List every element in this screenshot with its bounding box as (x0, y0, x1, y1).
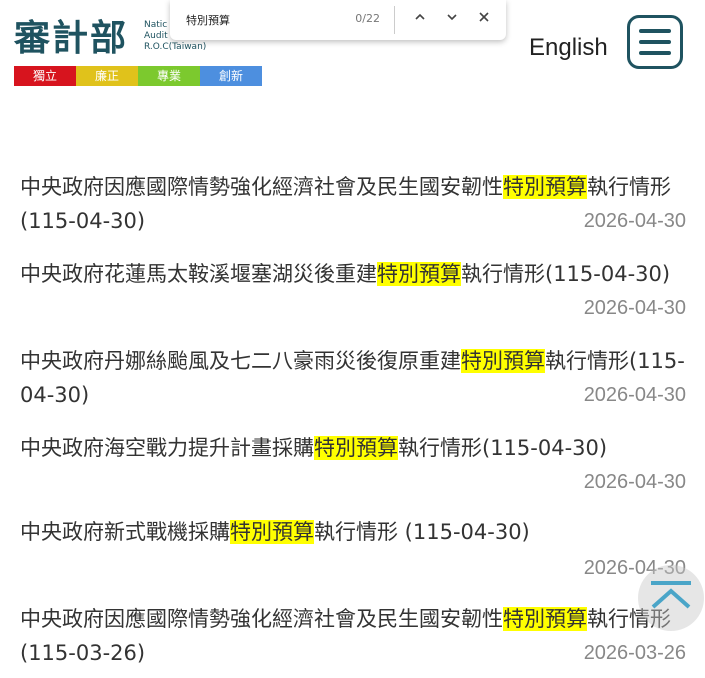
list-item[interactable]: 中央政府海空戰力提升計畫採購特別預算執行情形(115-04-30) 2026-0… (20, 431, 686, 493)
hamburger-icon (639, 51, 671, 55)
find-close-button[interactable] (473, 8, 495, 30)
find-next-button[interactable] (441, 8, 463, 30)
chevron-down-icon (447, 14, 457, 21)
item-date: 2026-04-30 (583, 210, 686, 232)
logo-sub-line: R.O.C(Taiwan) (144, 42, 207, 52)
tag-professional: 專業 (138, 66, 200, 86)
find-count: 0/22 (355, 12, 380, 25)
list-item[interactable]: 中央政府新式戰機採購特別預算執行情形 (115-04-30) 2026-04-3… (20, 515, 686, 579)
list-item[interactable]: 中央政府因應國際情勢強化經濟社會及民生國安韌性特別預算執行情形(115-04-3… (20, 170, 686, 238)
hamburger-icon (639, 29, 671, 33)
list-item[interactable]: 中央政府因應國際情勢強化經濟社會及民生國安韌性特別預算執行情形(115-03-2… (20, 602, 686, 670)
chevron-up-icon (651, 581, 691, 609)
item-date: 2026-04-30 (583, 471, 686, 493)
language-link[interactable]: English (529, 34, 608, 62)
tag-independence: 獨立 (14, 66, 76, 86)
item-title[interactable]: 中央政府新式戰機採購特別預算執行情形 (115-04-30) (20, 515, 686, 549)
hamburger-icon (639, 40, 671, 44)
chevron-up-icon (415, 13, 425, 20)
item-date: 2026-04-30 (583, 297, 686, 319)
tag-integrity: 廉正 (76, 66, 138, 86)
logo-text: 審計部 (14, 17, 129, 59)
menu-button[interactable] (627, 15, 683, 69)
close-icon (479, 12, 489, 22)
item-date: 2026-03-26 (583, 642, 686, 664)
item-title[interactable]: 中央政府花蓮馬太鞍溪堰塞湖災後重建特別預算執行情形(115-04-30) (20, 257, 686, 291)
find-bar: 特別預算 0/22 (170, 0, 506, 40)
list-item[interactable]: 中央政府花蓮馬太鞍溪堰塞湖災後重建特別預算執行情形(115-04-30) 202… (20, 257, 686, 319)
find-previous-button[interactable] (409, 8, 431, 30)
value-tags: 獨立 廉正 專業 創新 (14, 66, 262, 86)
item-title[interactable]: 中央政府海空戰力提升計畫採購特別預算執行情形(115-04-30) (20, 431, 686, 465)
item-date: 2026-04-30 (583, 384, 686, 406)
back-to-top-button[interactable] (638, 565, 704, 631)
list-item[interactable]: 中央政府丹娜絲颱風及七二八豪雨災後復原重建特別預算執行情形(115-04-30)… (20, 344, 686, 412)
tag-innovation: 創新 (200, 66, 262, 86)
find-divider (394, 6, 395, 34)
find-input[interactable]: 特別預算 (186, 12, 336, 28)
